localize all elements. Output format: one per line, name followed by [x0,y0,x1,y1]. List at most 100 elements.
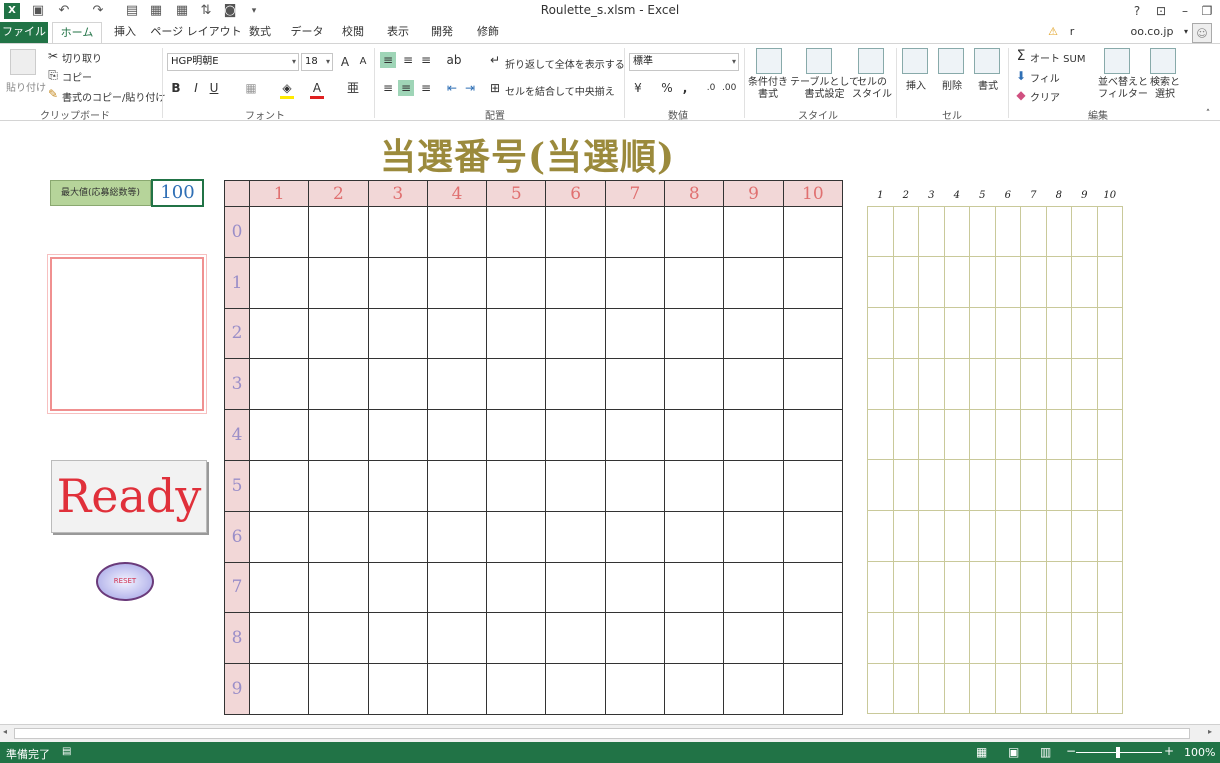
paste-icon[interactable] [10,49,36,75]
grid-cell[interactable] [664,459,725,512]
grid-cell[interactable] [545,307,606,360]
grid-cell[interactable] [723,459,784,512]
grid-cell[interactable] [426,459,488,512]
side-grid-cell[interactable] [969,662,996,715]
side-grid-cell[interactable] [867,357,894,410]
side-grid-cell[interactable] [943,561,970,613]
font-name-select[interactable]: HGP明朝E ▾ [167,53,299,71]
grid-cell[interactable] [308,663,369,715]
side-grid-cell[interactable] [867,510,894,563]
grid-cell[interactable] [545,256,606,309]
merge-center-button[interactable]: セルを結合して中央揃え [505,83,615,98]
grid-cell[interactable] [486,256,547,309]
side-grid-cell[interactable] [918,662,945,715]
grid-cell[interactable] [664,663,725,715]
grid-cell[interactable] [782,459,843,512]
italic-button[interactable]: I [190,80,202,96]
grid-cell[interactable] [545,561,606,614]
grid-cell[interactable] [664,358,725,411]
side-grid-cell[interactable] [943,408,970,461]
side-grid-cell[interactable] [892,662,919,715]
grid-cell[interactable] [426,510,488,563]
ribbon-display-icon[interactable]: ⊡ [1152,2,1170,20]
decrease-font-icon[interactable]: A [356,54,370,70]
grid-cell[interactable] [604,256,666,309]
side-grid-cell[interactable] [1045,357,1072,410]
side-grid-cell[interactable] [1045,611,1072,664]
grid-cell[interactable] [367,612,428,665]
decrease-indent-icon[interactable]: ⇤ [444,80,460,96]
side-grid-cell[interactable] [1071,561,1098,613]
zoom-slider-thumb[interactable] [1116,747,1120,758]
side-grid-cell[interactable] [994,459,1021,512]
grid-cell[interactable] [723,358,784,411]
zoom-in-icon[interactable]: + [1164,744,1174,758]
tab-home[interactable]: ホーム [52,22,102,44]
side-grid-cell[interactable] [1045,205,1072,258]
grid-cell[interactable] [782,409,843,461]
horizontal-scrollbar[interactable]: ◂ ▸ [0,724,1220,742]
comma-button[interactable]: , [680,80,690,96]
help-icon[interactable]: ? [1128,2,1146,20]
collapse-ribbon-icon[interactable]: ˄ [1202,106,1214,122]
grid-cell[interactable] [664,510,725,563]
grid-cell[interactable] [308,409,369,461]
grid-cell[interactable] [367,206,428,258]
grid-cell[interactable] [664,612,725,665]
grid-cell[interactable] [486,409,547,461]
grid-cell[interactable] [723,206,784,258]
font-color-icon[interactable]: A [310,80,324,99]
currency-icon[interactable]: ¥ [630,80,646,96]
align-middle-icon[interactable]: ≡ [400,52,416,68]
grid-cell[interactable] [782,510,843,563]
cut-button[interactable]: 切り取り [62,50,102,65]
side-grid-cell[interactable] [1096,459,1123,512]
conditional-format-button[interactable]: 条件付き 書式 [748,77,788,101]
max-value-cell[interactable]: 100 [151,179,204,207]
side-grid-cell[interactable] [892,510,919,563]
page-break-view-icon[interactable]: ▥ [1040,745,1051,759]
side-grid-cell[interactable] [1045,662,1072,715]
grid-cell[interactable] [367,663,428,715]
side-grid-cell[interactable] [1045,408,1072,461]
grid-cell[interactable] [426,256,488,309]
tab-view[interactable]: 表示 [380,22,416,44]
delete-cells-button[interactable]: 削除 [942,77,962,92]
tab-modify[interactable]: 修飾 [468,22,508,44]
grid-cell[interactable] [723,409,784,461]
side-grid-cell[interactable] [918,459,945,512]
grid-cell[interactable] [545,206,606,258]
grid-cell[interactable] [664,206,725,258]
cell-styles-button[interactable]: セルの スタイル [852,77,892,101]
align-center-icon[interactable]: ≡ [398,80,414,96]
borders-icon[interactable]: ▦ [244,80,258,96]
grid-cell[interactable] [664,256,725,309]
align-bottom-icon[interactable]: ≡ [418,52,434,68]
side-grid-cell[interactable] [1020,459,1047,512]
clear-button[interactable]: クリア [1030,89,1060,104]
grid-cell[interactable] [545,510,606,563]
side-grid-cell[interactable] [892,611,919,664]
side-grid-cell[interactable] [943,510,970,563]
find-select-button[interactable]: 検索と 選択 [1150,77,1180,101]
side-grid-cell[interactable] [892,459,919,512]
grid-cell[interactable] [782,663,843,715]
grid-cell[interactable] [308,459,369,512]
copy-button[interactable]: コピー [62,69,92,84]
phonetic-icon[interactable]: 亜 [346,80,360,96]
side-grid-cell[interactable] [1096,408,1123,461]
side-grid-cell[interactable] [994,662,1021,715]
ready-button[interactable]: Ready [51,460,207,533]
insert-cells-button[interactable]: 挿入 [906,77,926,92]
grid-cell[interactable] [248,510,310,563]
side-grid-cell[interactable] [1020,256,1047,309]
align-top-icon[interactable]: ≡ [380,52,396,68]
side-grid-cell[interactable] [1071,662,1098,715]
scroll-right-icon[interactable]: ▸ [1208,727,1212,736]
side-grid-cell[interactable] [918,561,945,613]
side-grid-cell[interactable] [943,662,970,715]
normal-view-icon[interactable]: ▦ [976,745,987,759]
side-grid-cell[interactable] [969,256,996,309]
fill-color-icon[interactable]: ◈ [280,80,294,99]
tab-insert[interactable]: 挿入 [106,22,144,44]
